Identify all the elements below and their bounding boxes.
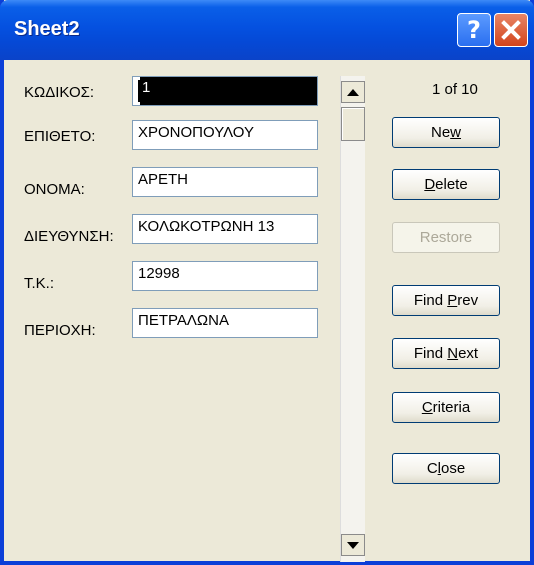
new-button[interactable]: New: [392, 117, 500, 148]
delete-button[interactable]: Delete: [392, 169, 500, 200]
title-bar[interactable]: Sheet2 ?: [0, 0, 534, 60]
surname-field[interactable]: ΧΡΟΝΟΠΟΥΛΟΥ: [132, 120, 318, 150]
arrow-down-icon: [347, 541, 359, 549]
data-form-dialog: Sheet2 ? ΚΩΔΙΚΟΣ: 1 ΕΠΙΘΕΤΟ: ΧΡΟΝΟΠΟΥΛΟΥ…: [0, 0, 534, 565]
delete-button-label: Delete: [424, 176, 468, 193]
field-label-area: ΠΕΡΙΟΧΗ:: [24, 322, 96, 339]
scroll-down-button[interactable]: [341, 534, 365, 556]
find-next-button[interactable]: Find Next: [392, 338, 500, 369]
find-prev-button-label: Find Prev: [413, 292, 479, 309]
close-button-label: Close: [426, 460, 466, 477]
code-field[interactable]: 1: [132, 76, 318, 106]
field-label-code: ΚΩΔΙΚΟΣ:: [24, 84, 95, 101]
find-next-button-label: Find Next: [413, 345, 479, 362]
scroll-thumb[interactable]: [341, 107, 365, 141]
postal-code-field[interactable]: 12998: [132, 261, 318, 291]
arrow-up-icon: [347, 88, 359, 96]
question-mark-icon: ?: [467, 16, 481, 44]
field-label-postal-code: Τ.Κ.:: [24, 275, 55, 292]
criteria-button-label: Criteria: [421, 399, 471, 416]
close-icon: [501, 20, 521, 40]
restore-button: Restore: [392, 222, 500, 253]
record-counter: 1 of 10: [432, 81, 478, 98]
code-value: 1: [140, 77, 317, 105]
criteria-button[interactable]: Criteria: [392, 392, 500, 423]
find-prev-button[interactable]: Find Prev: [392, 285, 500, 316]
scroll-up-button[interactable]: [341, 81, 365, 103]
name-field[interactable]: ΑΡΕΤΗ: [132, 167, 318, 197]
address-field[interactable]: ΚΟΛΩΚΟΤΡΩΝΗ 13: [132, 214, 318, 244]
close-window-button[interactable]: [494, 13, 528, 47]
close-button[interactable]: Close: [392, 453, 500, 484]
record-scrollbar[interactable]: [340, 76, 365, 562]
field-label-name: ΟΝΟΜΑ:: [24, 181, 85, 198]
field-label-surname: ΕΠΙΘΕΤΟ:: [24, 128, 96, 145]
window-title: Sheet2: [14, 18, 80, 40]
restore-button-label: Restore: [419, 229, 473, 246]
help-button[interactable]: ?: [457, 13, 491, 47]
new-button-label: New: [430, 124, 462, 141]
area-field[interactable]: ΠΕΤΡΑΛΩΝΑ: [132, 308, 318, 338]
field-label-address: ΔΙΕΥΘΥΝΣΗ:: [24, 228, 114, 245]
